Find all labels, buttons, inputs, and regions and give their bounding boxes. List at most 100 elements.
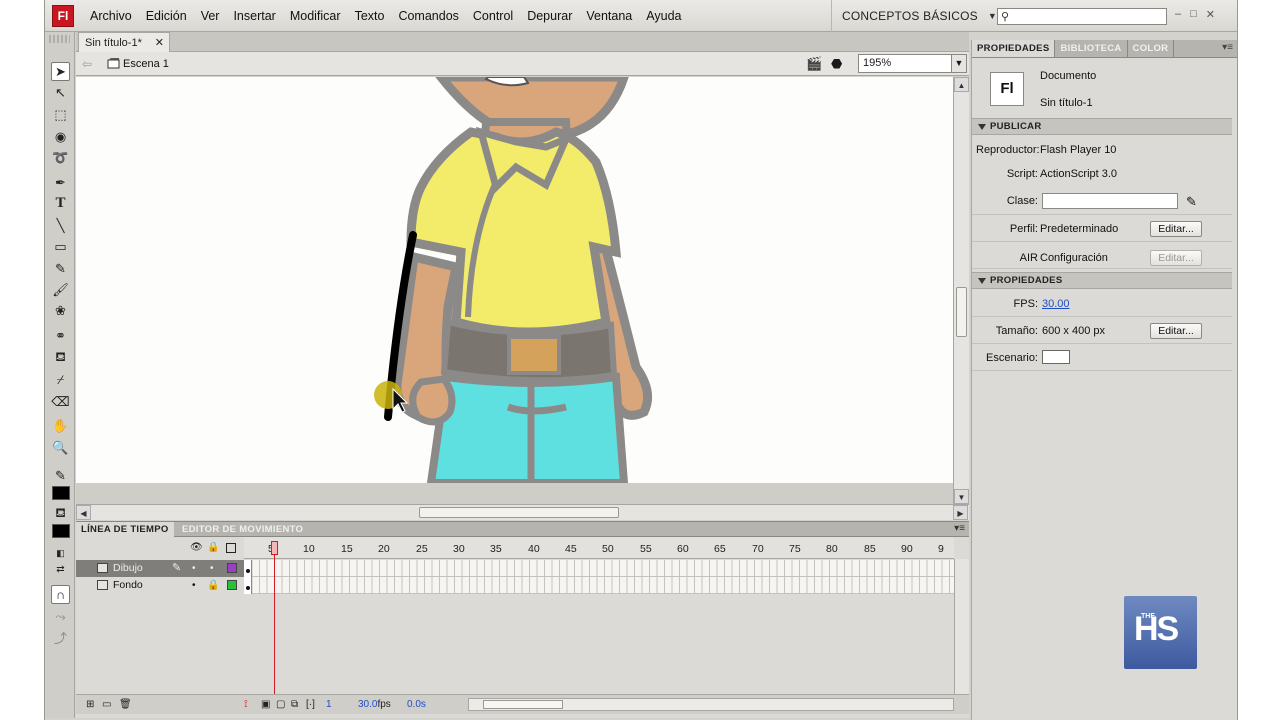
edit-size-button[interactable]: Editar... [1150,323,1202,339]
chevron-down-icon[interactable]: ▼ [951,55,966,72]
menu-modificar[interactable]: Modificar [283,9,348,23]
edit-multiple-frames-icon[interactable]: ⧉ [291,699,298,710]
scroll-left-icon[interactable]: ◀ [76,505,91,520]
outline-icon[interactable] [226,543,236,553]
brush-tool-icon[interactable]: 🖌 [51,280,70,299]
scroll-up-icon[interactable]: ▲ [954,77,969,92]
scroll-thumb[interactable] [483,700,563,709]
menu-ayuda[interactable]: Ayuda [639,9,688,23]
straighten-icon[interactable]: ⤴ [51,628,70,647]
section-propiedades[interactable]: PROPIEDADES [972,272,1232,289]
menu-ver[interactable]: Ver [194,9,227,23]
stage-horizontal-scrollbar[interactable]: ◀ ▶ [76,504,969,520]
menu-depurar[interactable]: Depurar [520,9,579,23]
section-publicar[interactable]: PUBLICAR [972,118,1232,135]
onion-skin-icon[interactable]: ▣ [261,699,270,710]
menu-ventana[interactable]: Ventana [579,9,639,23]
3d-rotation-tool-icon[interactable]: ◉ [51,127,70,146]
rectangle-tool-icon[interactable]: ▭ [51,237,70,256]
fill-color-bucket-icon[interactable]: ⛾ [51,504,70,523]
snap-to-objects-icon[interactable]: ∩ [51,585,70,604]
scroll-down-icon[interactable]: ▼ [954,489,969,504]
close-icon[interactable]: ✕ [1206,8,1215,21]
layer-color-swatch[interactable] [227,580,237,590]
maximize-icon[interactable]: □ [1190,8,1197,21]
pen-tool-icon[interactable]: ✒ [51,173,70,192]
line-tool-icon[interactable]: ╲ [51,216,70,235]
onion-outline-icon[interactable]: ▢ [276,699,285,710]
lasso-tool-icon[interactable]: ➰ [51,148,70,167]
stage-color-swatch[interactable] [1042,350,1070,364]
menu-archivo[interactable]: Archivo [83,9,139,23]
tab-linea-de-tiempo[interactable]: LÍNEA DE TIEMPO [76,522,174,537]
tab-biblioteca[interactable]: BIBLIOTECA [1055,40,1128,57]
pencil-tool-icon[interactable]: ✎ [51,259,70,278]
paint-bucket-tool-icon[interactable]: ⛾ [51,348,70,367]
edit-profile-button[interactable]: Editar... [1150,221,1202,237]
visibility-dot[interactable]: • [192,577,196,594]
layer-color-swatch[interactable] [227,563,237,573]
selection-tool-icon[interactable]: ➤ [51,62,70,81]
timeline-horizontal-scrollbar[interactable] [468,698,954,711]
playhead[interactable] [271,541,278,555]
stage-vertical-scrollbar[interactable]: ▲ ▼ [953,77,969,504]
subselection-tool-icon[interactable]: ↖ [51,83,70,102]
menu-control[interactable]: Control [466,9,520,23]
panel-menu-icon[interactable]: ▾≡ [954,523,965,534]
document-tab[interactable]: Sin título-1* ✕ [78,32,170,52]
lock-icon[interactable]: 🔒 [207,542,219,553]
text-tool-icon[interactable]: T [51,194,70,213]
zoom-tool-icon[interactable]: 🔍 [51,438,70,457]
layer-row-fondo[interactable]: Fondo • 🔒 [76,577,244,594]
keyframe[interactable] [244,560,252,577]
edit-scene-icon[interactable]: 🎬 [806,56,822,72]
scroll-thumb[interactable] [956,287,967,337]
scene-label[interactable]: Escena 1 [123,58,169,70]
tab-editor-de-movimiento[interactable]: EDITOR DE MOVIMIENTO [177,522,308,537]
delete-icon[interactable]: 🗑 [119,699,132,710]
new-layer-icon[interactable]: ⊞ [86,699,94,710]
center-frame-icon[interactable]: ⟟ [244,699,248,710]
scroll-thumb[interactable] [419,507,619,518]
stage[interactable] [76,77,953,483]
new-folder-icon[interactable]: ▭ [102,699,111,710]
layer-name[interactable]: Fondo [113,577,143,594]
modify-markers-icon[interactable]: [·] [306,699,315,710]
layer-row-dibujo[interactable]: Dibujo ✎ • • [76,560,244,577]
scroll-right-icon[interactable]: ▶ [953,505,968,520]
frames-row-dibujo[interactable] [244,560,954,577]
pencil-icon[interactable]: ✎ [1186,194,1197,210]
zoom-select[interactable]: 195% ▼ [858,54,967,73]
panel-grip[interactable] [49,35,70,43]
frame-ruler[interactable]: 5 10 15 20 25 30 35 40 45 50 55 60 65 70… [244,537,954,559]
keyframe[interactable] [244,577,252,594]
menu-texto[interactable]: Texto [348,9,392,23]
class-input[interactable] [1042,193,1178,209]
smooth-icon[interactable]: ⤳ [51,607,70,626]
eyedropper-tool-icon[interactable]: ⌿ [51,370,70,389]
lock-dot[interactable]: • [210,560,214,577]
frames-row-fondo[interactable] [244,577,954,594]
lock-icon[interactable]: 🔒 [207,577,219,594]
swap-colors-icon[interactable]: ⇄ [51,560,70,579]
back-arrow-icon[interactable]: ⇦ [82,57,92,71]
edit-air-button[interactable]: Editar... [1150,250,1202,266]
menu-insertar[interactable]: Insertar [226,9,282,23]
menu-comandos[interactable]: Comandos [391,9,465,23]
tab-color[interactable]: COLOR [1128,40,1175,57]
panel-menu-icon[interactable]: ▾≡ [1222,42,1233,53]
eraser-tool-icon[interactable]: ⌫ [51,392,70,411]
menu-edicion[interactable]: Edición [139,9,194,23]
eye-icon[interactable]: 👁 [190,542,203,553]
workspace-switcher[interactable]: CONCEPTOS BÁSICOS ▼ [831,0,997,32]
minimize-icon[interactable]: – [1175,8,1181,21]
bone-tool-icon[interactable]: ⚭ [51,326,70,345]
visibility-dot[interactable]: • [192,560,196,577]
deco-tool-icon[interactable]: ❀ [51,301,70,320]
tab-propiedades[interactable]: PROPIEDADES [972,40,1056,57]
free-transform-tool-icon[interactable]: ⬚ [51,105,70,124]
stroke-color-swatch[interactable] [52,486,70,500]
close-tab-icon[interactable]: ✕ [155,36,164,49]
stroke-color-pencil-icon[interactable]: ✎ [51,466,70,485]
fps-value[interactable]: 30.00 [1042,298,1070,310]
